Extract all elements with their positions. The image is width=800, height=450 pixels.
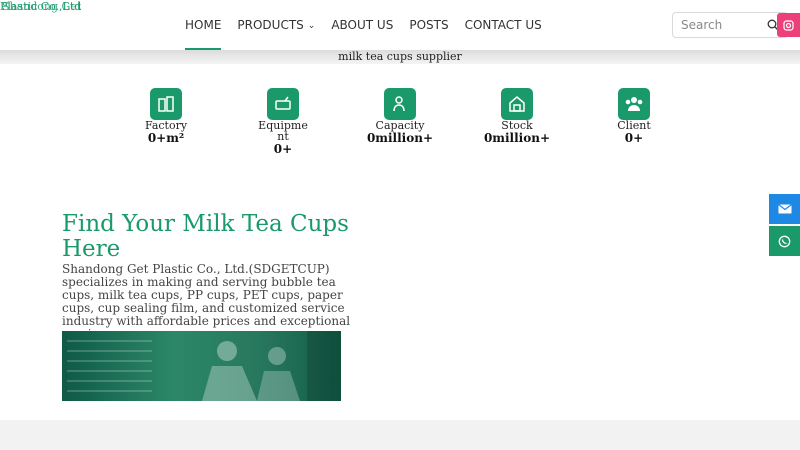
stat-capacity: Capacity 0million+ xyxy=(355,88,445,144)
about-section: Find Your Milk Tea Cups Here Shandong Ge… xyxy=(62,212,362,341)
client-icon xyxy=(618,88,650,120)
stat-value: 0+ xyxy=(273,142,293,156)
factory-photo xyxy=(62,331,341,401)
stat-factory: Factory 0+m² xyxy=(121,88,211,144)
banner-text: milk tea cups supplier xyxy=(338,50,462,63)
instagram-button[interactable] xyxy=(777,13,800,37)
site-logo[interactable]: Plastic Co.,Ltd Shandong Get xyxy=(0,0,82,14)
factory-icon xyxy=(150,88,182,120)
capacity-icon xyxy=(384,88,416,120)
stat-value: 0million+ xyxy=(483,131,551,145)
stat-value: 0+ xyxy=(624,131,644,145)
stock-icon xyxy=(501,88,533,120)
equipment-icon xyxy=(267,88,299,120)
chevron-down-icon: ⌄ xyxy=(307,21,316,31)
nav-posts[interactable]: POSTS xyxy=(409,0,448,50)
nav-home[interactable]: HOME xyxy=(185,0,222,50)
footer-band xyxy=(0,420,800,450)
stat-label: Factory xyxy=(144,119,188,132)
stat-client: Client 0+ xyxy=(589,88,679,144)
stat-label: Capacity xyxy=(375,119,425,132)
section-heading: Find Your Milk Tea Cups Here xyxy=(62,211,349,262)
main-nav: HOME PRODUCTS ⌄ ABOUT US POSTS CONTACT US xyxy=(185,0,558,50)
whatsapp-icon xyxy=(778,235,791,247)
logo-text: Shandong Get xyxy=(2,0,82,13)
nav-contact-us[interactable]: CONTACT US xyxy=(465,0,542,50)
stat-label: Equipment xyxy=(258,119,308,143)
stat-equipment: Equipment 0+ xyxy=(238,88,328,155)
stat-value: 0+m² xyxy=(147,131,185,145)
search-box xyxy=(672,12,788,38)
stat-label: Stock xyxy=(501,119,533,132)
nav-products[interactable]: PRODUCTS ⌄ xyxy=(237,0,315,50)
stat-label: Client xyxy=(617,119,651,132)
stat-stock: Stock 0million+ xyxy=(472,88,562,144)
about-text: Shandong Get Plastic Co., Ltd.(SDGETCUP)… xyxy=(62,262,351,341)
stat-value: 0million+ xyxy=(366,131,434,145)
instagram-icon xyxy=(783,19,794,31)
nav-about-us[interactable]: ABOUT US xyxy=(331,0,393,50)
email-button[interactable] xyxy=(769,194,800,224)
mail-icon xyxy=(777,204,792,214)
whatsapp-button[interactable] xyxy=(769,226,800,256)
